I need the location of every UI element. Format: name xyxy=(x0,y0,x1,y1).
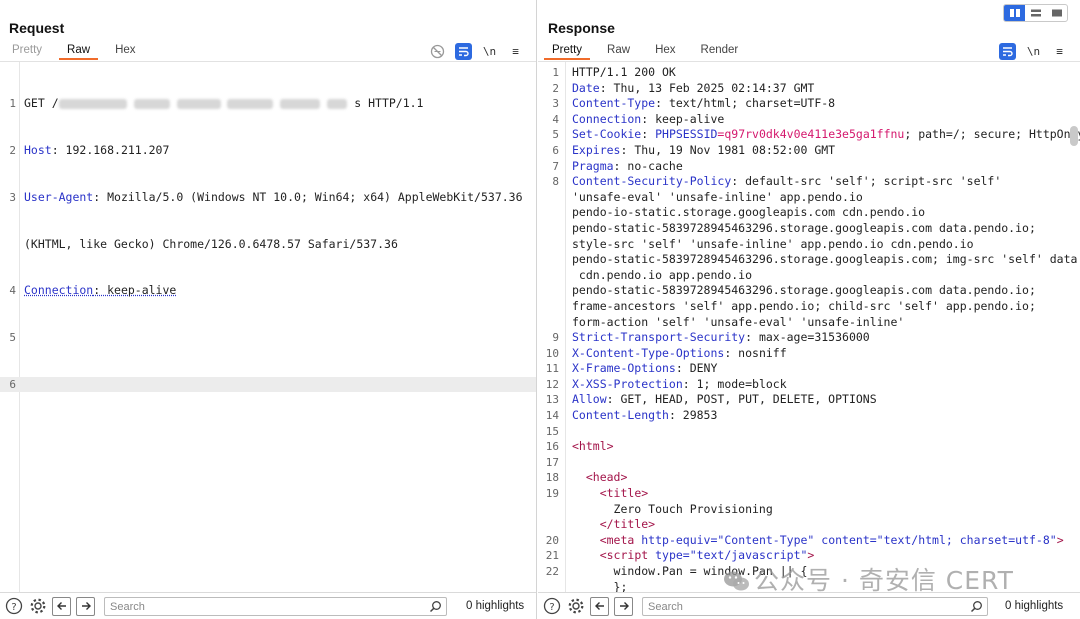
code-line: 10 X-Content-Type-Options: nosniff xyxy=(538,346,1080,362)
menu-icon[interactable]: ≡ xyxy=(507,43,524,60)
code-line: Zero Touch Provisioning xyxy=(538,502,1080,518)
code-line: 20 <meta http-equiv="Content-Type" conte… xyxy=(538,533,1080,549)
redacted-path xyxy=(59,99,127,109)
code-line: 17 xyxy=(538,455,1080,471)
search-input[interactable]: Search xyxy=(104,597,447,616)
back-arrow-icon[interactable] xyxy=(590,597,609,616)
code-line: frame-ancestors 'self' app.pendo.io; chi… xyxy=(538,299,1080,315)
code-line: 3 User-Agent: Mozilla/5.0 (Windows NT 10… xyxy=(0,190,536,206)
code-line: 4 Connection: keep-alive xyxy=(0,283,536,299)
search-placeholder: Search xyxy=(648,601,683,613)
code-line: 4 Connection: keep-alive xyxy=(538,112,1080,128)
code-line: 14 Content-Length: 29853 xyxy=(538,408,1080,424)
code-line: 7 Pragma: no-cache xyxy=(538,159,1080,175)
tab-render[interactable]: Render xyxy=(693,42,747,60)
code-line: 5 Set-Cookie: PHPSESSID=q97rv0dk4v0e411e3… xyxy=(538,127,1080,143)
settings-gear-icon[interactable] xyxy=(28,597,47,616)
request-title: Request xyxy=(9,20,64,36)
settings-gear-icon[interactable] xyxy=(566,597,585,616)
code-line: style-src 'self' 'unsafe-inline' app.pen… xyxy=(538,237,1080,253)
code-line: pendo-static-5839728945463296.storage.go… xyxy=(538,221,1080,237)
request-pane: Request Pretty Raw Hex \n ≡ 1 GET / s HT… xyxy=(0,0,537,619)
code-line: 2 Host: 192.168.211.207 xyxy=(0,143,536,159)
code-line: pendo-io-static.storage.googleapis.com c… xyxy=(538,205,1080,221)
code-line: </title> xyxy=(538,517,1080,533)
layout-toggle-group xyxy=(1003,4,1068,22)
code-line: 15 xyxy=(538,424,1080,440)
response-pane: Response Pretty Raw Hex Render \n ≡ 1 HTT… xyxy=(538,0,1080,619)
code-line: (KHTML, like Gecko) Chrome/126.0.6478.57… xyxy=(0,237,536,253)
svg-text:?: ? xyxy=(549,602,554,613)
response-title: Response xyxy=(548,20,615,36)
pretty-print-icon[interactable] xyxy=(455,43,472,60)
response-editor-tools: \n ≡ xyxy=(990,42,1068,60)
response-editor[interactable]: 1 HTTP/1.1 200 OK 2 Date: Thu, 13 Feb 2025 … xyxy=(538,61,1080,592)
code-line: 19 <title> xyxy=(538,486,1080,502)
code-line: cdn.pendo.io app.pendo.io xyxy=(538,268,1080,284)
layout-stacked-icon[interactable] xyxy=(1025,5,1046,21)
request-editor-tools: \n ≡ xyxy=(420,42,524,60)
tab-pretty[interactable]: Pretty xyxy=(4,42,50,60)
help-icon[interactable]: ? xyxy=(4,597,23,616)
code-line: 5 xyxy=(0,330,536,346)
code-line: 6 Expires: Thu, 19 Nov 1981 08:52:00 GMT xyxy=(538,143,1080,159)
code-line: 8 Content-Security-Policy: default-src 's… xyxy=(538,174,1080,190)
code-line: 9 Strict-Transport-Security: max-age=3153… xyxy=(538,330,1080,346)
code-line: pendo-static-5839728945463296.storage.go… xyxy=(538,252,1080,268)
tab-hex[interactable]: Hex xyxy=(107,42,143,60)
code-line: 18 <head> xyxy=(538,470,1080,486)
forward-arrow-icon[interactable] xyxy=(76,597,95,616)
wechat-logo-icon xyxy=(723,570,750,592)
request-editor[interactable]: 1 GET / s HTTP/1.1 2 Host: 192.168.211.2… xyxy=(0,61,536,592)
highlight-count: 0 highlights xyxy=(1005,600,1063,612)
tab-raw[interactable]: Raw xyxy=(599,42,638,60)
vertical-scrollbar[interactable] xyxy=(1070,126,1078,146)
layout-tabs-icon[interactable] xyxy=(1046,5,1067,21)
response-tabs: Pretty Raw Hex Render xyxy=(544,42,755,62)
code-line: 3 Content-Type: text/html; charset=UTF-8 xyxy=(538,96,1080,112)
tab-hex[interactable]: Hex xyxy=(647,42,683,60)
code-line: 16 <html> xyxy=(538,439,1080,455)
code-line: form-action 'self' 'unsafe-eval' 'unsafe… xyxy=(538,315,1080,331)
menu-icon[interactable]: ≡ xyxy=(1051,43,1068,60)
code-line: 13 Allow: GET, HEAD, POST, PUT, DELETE, O… xyxy=(538,392,1080,408)
tab-pretty[interactable]: Pretty xyxy=(544,42,590,60)
svg-text:?: ? xyxy=(11,602,16,613)
search-placeholder: Search xyxy=(110,601,145,613)
newline-toggle[interactable]: \n xyxy=(481,43,498,60)
code-line: 12 X-XSS-Protection: 1; mode=block xyxy=(538,377,1080,393)
help-icon[interactable]: ? xyxy=(542,597,561,616)
layout-side-by-side-icon[interactable] xyxy=(1004,5,1025,21)
code-line: 2 Date: Thu, 13 Feb 2025 02:14:37 GMT xyxy=(538,81,1080,97)
tab-raw[interactable]: Raw xyxy=(59,42,98,60)
code-line: 'unsafe-eval' 'unsafe-inline' app.pendo.… xyxy=(538,190,1080,206)
back-arrow-icon[interactable] xyxy=(52,597,71,616)
newline-toggle[interactable]: \n xyxy=(1025,43,1042,60)
request-tabs: Pretty Raw Hex xyxy=(4,42,153,62)
forward-arrow-icon[interactable] xyxy=(614,597,633,616)
code-line: 1 HTTP/1.1 200 OK xyxy=(538,65,1080,81)
search-icon[interactable] xyxy=(429,600,442,616)
watermark: 公众号 · 奇安信 CERT xyxy=(723,561,1014,597)
current-line: 6 xyxy=(0,377,536,393)
request-footer: ? Search 0 highlights xyxy=(0,592,536,619)
search-icon[interactable] xyxy=(970,600,983,616)
highlight-count: 0 highlights xyxy=(466,600,524,612)
search-input[interactable]: Search xyxy=(642,597,988,616)
code-line: 11 X-Frame-Options: DENY xyxy=(538,361,1080,377)
watermark-text: 公众号 · 奇安信 CERT xyxy=(754,566,1014,595)
code-line: pendo-static-5839728945463296.storage.go… xyxy=(538,283,1080,299)
code-line: 1 GET / s HTTP/1.1 xyxy=(0,96,536,112)
pretty-print-icon[interactable] xyxy=(999,43,1016,60)
hide-nonprinting-icon[interactable] xyxy=(429,43,446,60)
